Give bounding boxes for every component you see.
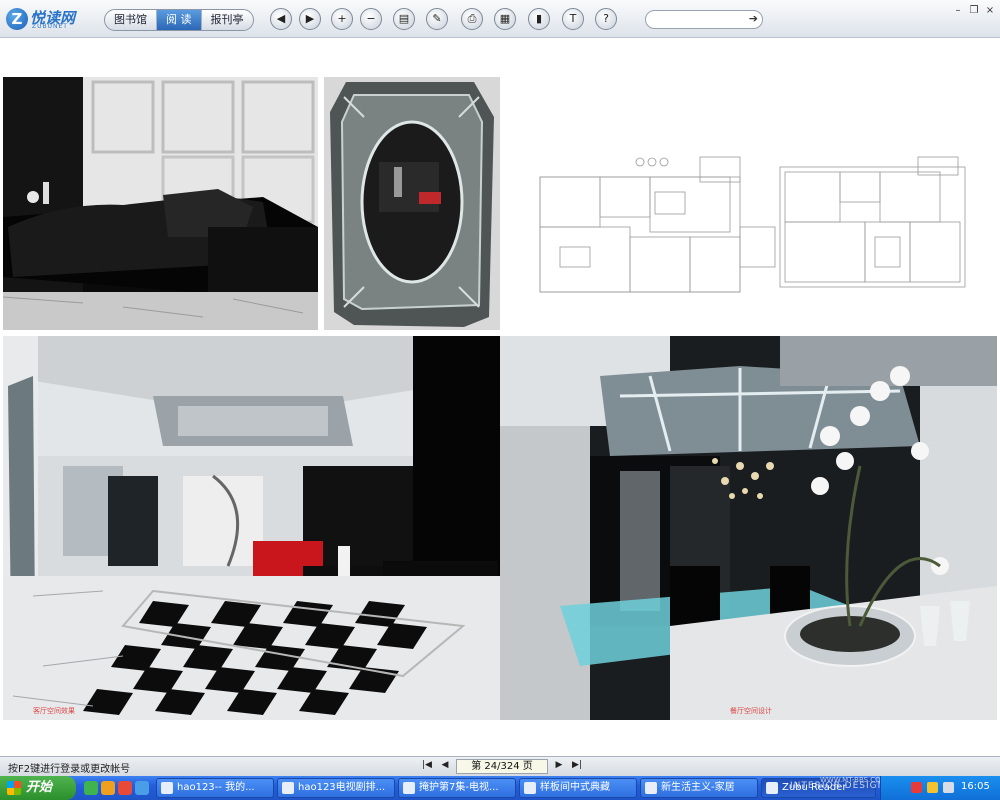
close-button[interactable]: × <box>983 5 997 16</box>
forward-button[interactable]: ▶ <box>299 8 321 30</box>
antivirus-icon[interactable] <box>911 782 922 793</box>
search-input[interactable]: ➔ <box>645 10 763 29</box>
logo-mark: Z <box>6 8 28 30</box>
text-icon[interactable]: T <box>562 8 584 30</box>
system-tray: 16:05 <box>880 776 1000 800</box>
prev-page-button[interactable]: ◀ <box>438 760 452 770</box>
task-tv-episode[interactable]: 掩护第7集-电视... <box>398 778 516 798</box>
browser-icon <box>161 782 173 794</box>
network-icon[interactable] <box>927 782 938 793</box>
last-page-button[interactable]: ▶| <box>570 760 584 770</box>
photo-caption: 餐厅空间设计 <box>730 707 772 715</box>
print-icon[interactable]: ⎙ <box>461 8 483 30</box>
book-icon[interactable]: ▤ <box>393 8 415 30</box>
browser-icon <box>403 782 415 794</box>
quicklaunch-media-icon[interactable] <box>118 781 132 795</box>
task-label: 新生活主义-家居 <box>661 782 735 793</box>
zoom-in-button[interactable]: + <box>331 8 353 30</box>
task-hao123-home[interactable]: hao123-- 我的... <box>156 778 274 798</box>
reader-toolbar: Z 悦读网 ZUBUNET 图书馆 阅 读 报刊亭 ◀ ▶ + − ▤ ✎ ⎙ … <box>0 0 1000 38</box>
start-button[interactable]: 开始 <box>0 776 76 800</box>
search-go-icon[interactable]: ➔ <box>749 12 758 25</box>
clock: 16:05 <box>961 781 990 792</box>
task-showroom[interactable]: 样板间中式典藏 <box>519 778 637 798</box>
photo-floor-plans <box>500 77 997 330</box>
chrome-icon <box>524 782 536 794</box>
reading-area: 客厅空间效果 餐厅空间设计 <box>0 39 1000 759</box>
magazine-spread: 客厅空间效果 餐厅空间设计 <box>0 74 1000 759</box>
library-icon[interactable]: ▮ <box>528 8 550 30</box>
layout-icon[interactable]: ▦ <box>494 8 516 30</box>
back-button[interactable]: ◀ <box>270 8 292 30</box>
pencil-icon[interactable]: ✎ <box>426 8 448 30</box>
task-new-life-folder[interactable]: 新生活主义-家居 <box>640 778 758 798</box>
photo-dining-room-chandelier: 餐厅空间设计 <box>500 336 997 720</box>
photo-venetian-mirror <box>324 77 500 330</box>
page-indicator[interactable]: 第 24/324 页 <box>456 759 548 774</box>
quicklaunch-ie-icon[interactable] <box>84 781 98 795</box>
mode-tabs: 图书馆 阅 读 报刊亭 <box>104 9 254 31</box>
photo-caption: 客厅空间效果 <box>33 707 75 715</box>
app-logo: Z 悦读网 ZUBUNET <box>6 6 94 32</box>
quicklaunch-desktop-icon[interactable] <box>135 781 149 795</box>
task-label: hao123-- 我的... <box>177 782 255 793</box>
task-label: 掩护第7集-电视... <box>419 782 499 793</box>
browser-icon <box>282 782 294 794</box>
tab-read[interactable]: 阅 读 <box>157 10 202 30</box>
task-hao123-tv[interactable]: hao123电视剧排... <box>277 778 395 798</box>
quicklaunch-folder-icon[interactable] <box>101 781 115 795</box>
status-message: 按F2键进行登录或更改帐号 <box>8 764 131 775</box>
start-label: 开始 <box>26 780 53 795</box>
windows-taskbar: 开始 hao123-- 我的... hao123电视剧排... 掩护第7集-电视… <box>0 776 1000 800</box>
minimize-button[interactable]: – <box>951 5 965 16</box>
folder-icon <box>645 782 657 794</box>
logo-subtitle: ZUBUNET <box>32 23 68 30</box>
restore-button[interactable]: ❐ <box>967 5 981 16</box>
status-bar: 按F2键进行登录或更改帐号 |◀ ◀ 第 24/324 页 ▶ ▶| <box>0 756 1000 776</box>
tab-newsstand[interactable]: 报刊亭 <box>202 10 253 30</box>
zoom-out-button[interactable]: − <box>360 8 382 30</box>
photo-living-room-sofa <box>3 77 318 330</box>
zubu-reader-icon <box>766 782 778 794</box>
help-icon[interactable]: ? <box>595 8 617 30</box>
watermark-url: WWW.MT-BBS.COM <box>820 776 887 784</box>
tab-library[interactable]: 图书馆 <box>105 10 157 30</box>
volume-icon[interactable] <box>943 782 954 793</box>
windows-flag-icon <box>7 781 21 795</box>
next-page-button[interactable]: ▶ <box>552 760 566 770</box>
photo-checkered-living-room: 客厅空间效果 <box>3 336 500 720</box>
task-label: 样板间中式典藏 <box>540 782 610 793</box>
task-label: hao123电视剧排... <box>298 782 386 793</box>
first-page-button[interactable]: |◀ <box>420 760 434 770</box>
